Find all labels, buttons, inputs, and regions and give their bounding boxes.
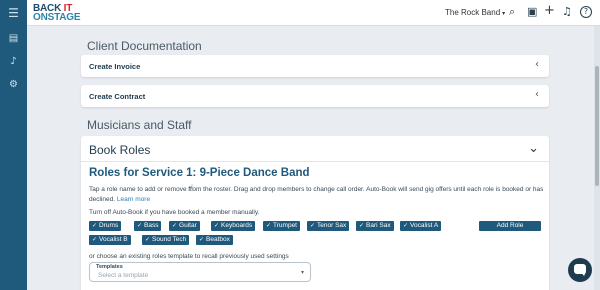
menu-icon[interactable]: ☰ [0,6,27,20]
gig-list-icon[interactable]: ▤ [0,33,27,44]
roles-service-subtitle: Roles for Service 1: 9-Piece Dance Band [89,167,310,179]
book-roles-title[interactable]: Book Roles [89,143,150,157]
create-contract-label: Create Contract [89,92,146,101]
roles-description: Tap a role name to add or remove from th… [89,185,544,205]
notification-bell-icon[interactable]: ♫ [562,5,572,18]
chevron-down-icon: ▾ [300,269,304,276]
role-chip-beatbox[interactable]: ✓ Beatbox [196,235,233,245]
template-label: Templates [96,264,123,270]
chevron-left-icon: ‹ [535,59,539,70]
settings-gear-icon[interactable]: ⚙ [0,79,27,90]
role-chip-drums[interactable]: ✓ Drums [89,221,122,231]
check-icon: ✓ [92,222,98,229]
role-chip-trumpet[interactable]: ✓ Trumpet [263,221,300,231]
check-icon: ✓ [359,222,365,229]
top-bar: BACK IT ONSTAGE The Rock Band ▾ ⌕ ▣ + ♫ ? [27,0,600,26]
divider [81,161,549,162]
role-label: Tenor Sax [317,222,347,229]
role-chip-sound-tech[interactable]: ✓ Sound Tech [142,235,190,245]
template-note: or choose an existing roles template to … [89,253,289,260]
template-select[interactable]: Templates Select a template ▾ [89,262,311,282]
role-chip-guitar[interactable]: ✓ Guitar [169,221,200,231]
chevron-down-icon[interactable]: ⌄ [528,141,539,156]
create-contract-row[interactable]: Create Contract ‹ [81,85,549,107]
client-documentation-heading: Client Documentation [87,39,202,53]
role-label: Trumpet [273,222,297,229]
chat-bubble-tail [581,272,586,276]
add-role-button[interactable]: Add Role [479,221,541,231]
role-label: Keyboards [221,222,253,229]
role-label: Bari Sax [366,222,391,229]
role-label: Vocalist B [99,236,128,243]
add-icon[interactable]: + [544,3,555,18]
calendar-icon[interactable]: ▣ [527,5,537,18]
role-label: Beatbox [206,236,230,243]
role-chip-vocalist-a[interactable]: ✓ Vocalist A [400,221,442,231]
role-label: Sound Tech [152,236,187,243]
scrollbar-thumb[interactable] [595,66,599,186]
autobook-note: Turn off Auto-Book if you have booked a … [89,209,260,216]
musicians-staff-heading: Musicians and Staff [87,118,192,132]
learn-more-link[interactable]: Learn more [117,196,150,203]
role-label: Vocalist A [410,222,439,229]
create-invoice-row[interactable]: Create Invoice ‹ [81,55,549,77]
role-chip-bass[interactable]: ✓ Bass [134,221,162,231]
band-name: The Rock Band [445,8,501,17]
music-note-icon[interactable]: ♪ [0,56,27,67]
role-label: Bass [144,222,159,229]
check-icon: ✓ [145,236,151,243]
band-selector[interactable]: The Rock Band ▾ [445,8,505,17]
help-icon[interactable]: ? [580,6,592,18]
chevron-left-icon: ‹ [535,89,539,100]
check-icon: ✓ [137,222,143,229]
check-icon: ✓ [92,236,98,243]
logo-text-onstage: ONSTAGE [33,12,81,23]
role-chip-keyboards[interactable]: ✓ Keyboards [211,221,256,231]
page-scrollbar[interactable] [594,26,600,290]
chat-widget-button[interactable] [568,258,592,282]
check-icon: ✓ [403,222,409,229]
left-rail: ☰ ▤ ♪ ⚙ [0,0,27,290]
check-icon: ✓ [214,222,220,229]
book-roles-card: Book Roles ⌄ Roles for Service 1: 9-Piec… [81,136,549,290]
role-chip-vocalist-b[interactable]: ✓ Vocalist B [89,235,131,245]
role-label: Drums [99,222,119,229]
role-label: Guitar [179,222,197,229]
create-invoice-label: Create Invoice [89,62,141,71]
check-icon: ✓ [310,222,316,229]
role-chip-bari-sax[interactable]: ✓ Bari Sax [356,221,394,231]
check-icon: ✓ [266,222,272,229]
template-placeholder: Select a template [98,272,149,279]
search-icon[interactable]: ⌕ [509,5,515,19]
roles-description-text: Tap a role name to add or remove from th… [89,186,544,203]
app-logo[interactable]: BACK IT ONSTAGE [33,4,81,23]
check-icon: ✓ [199,236,205,243]
chevron-down-icon: ▾ [502,11,506,17]
role-chip-tenor-sax[interactable]: ✓ Tenor Sax [307,221,350,231]
check-icon: ✓ [172,222,178,229]
mouse-pointer-icon: ☝ [188,184,194,194]
